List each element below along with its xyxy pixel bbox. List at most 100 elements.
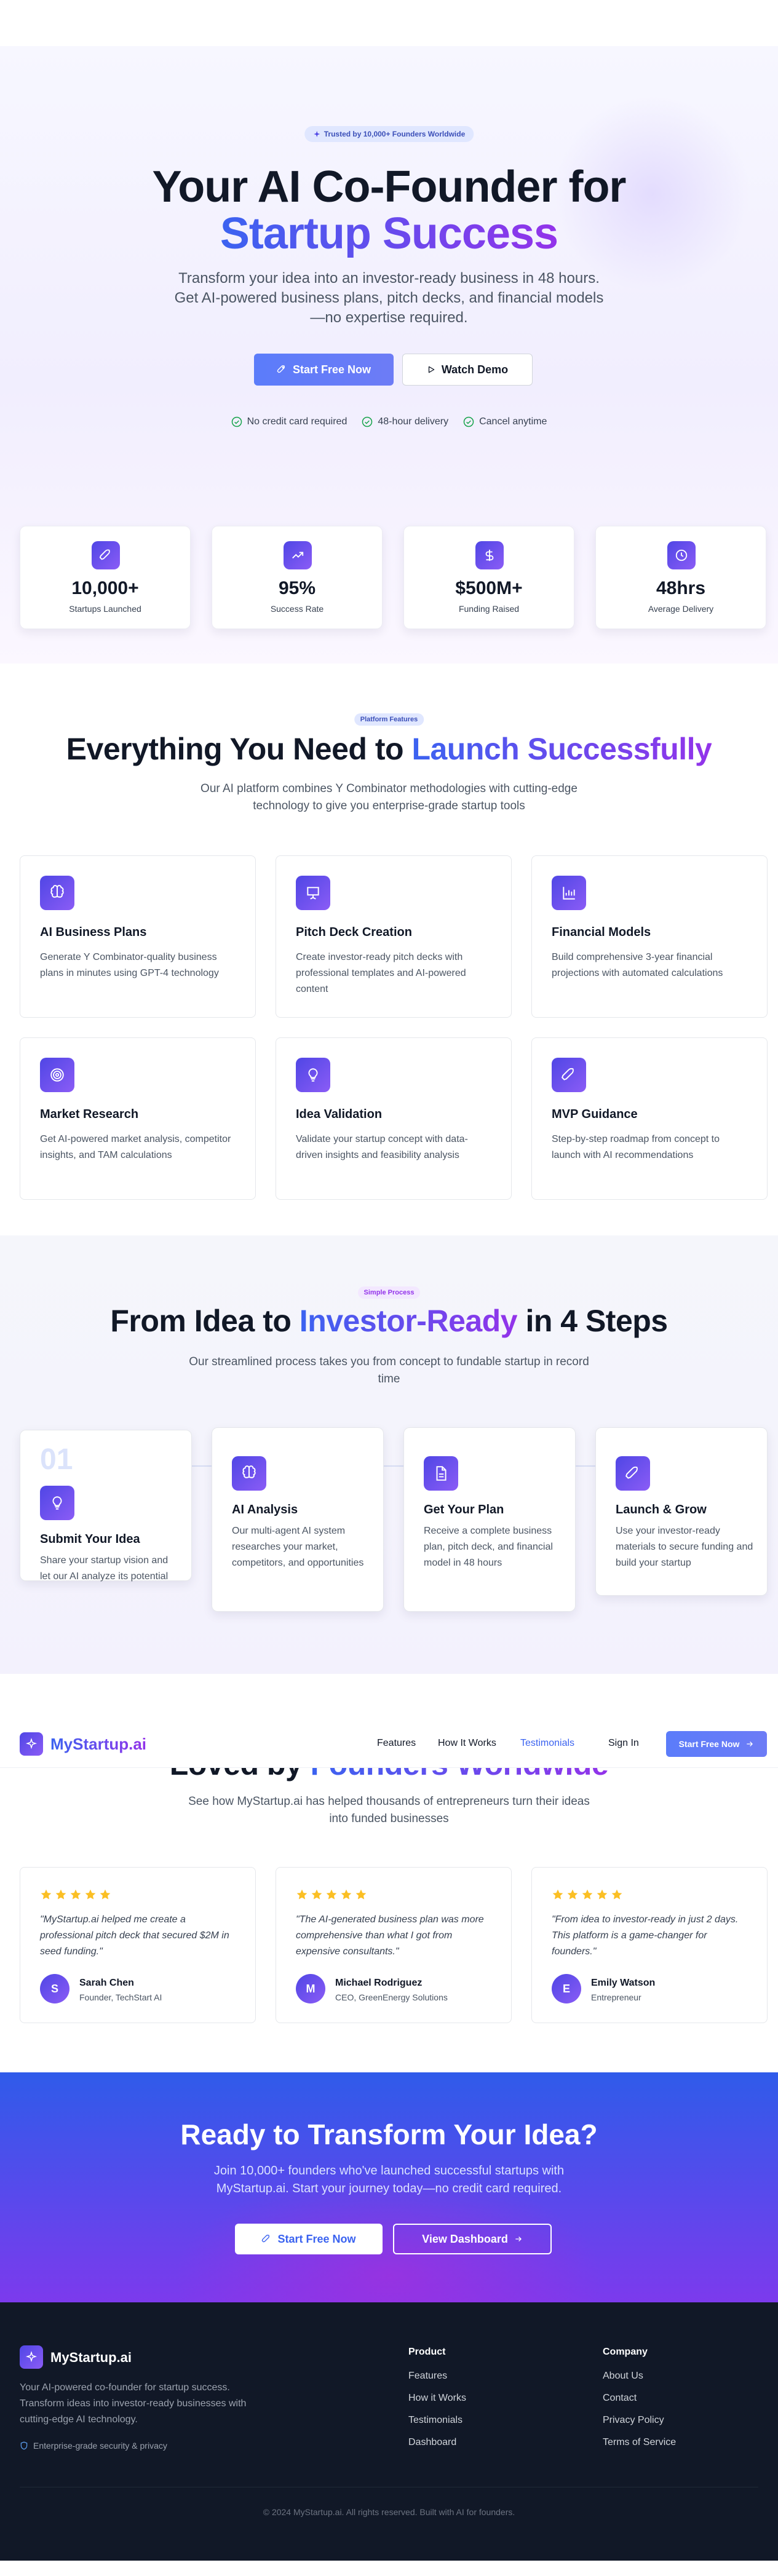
lightbulb-icon: [296, 1058, 330, 1092]
process-lead: Our streamlined process takes you from c…: [156, 1353, 623, 1388]
step-title: Launch & Grow: [616, 1503, 707, 1516]
process-lead-line2: time: [378, 1373, 400, 1385]
process-pill: Simple Process: [357, 1286, 421, 1299]
star-rating: [40, 1888, 111, 1901]
feature-card: AI Business Plans Generate Y Combinator-…: [20, 855, 256, 1018]
star-icon: [326, 1889, 337, 1900]
brand-logo[interactable]: [20, 1732, 43, 1756]
check-circle-icon: [231, 416, 242, 427]
feature-card: MVP Guidance Step-by-step roadmap from c…: [531, 1037, 768, 1200]
nav-start-free-button[interactable]: Start Free Now: [666, 1731, 767, 1757]
nav-link-testimonials[interactable]: Testimonials: [520, 1738, 574, 1749]
dollar-icon: [475, 541, 504, 569]
stat-label: Average Delivery: [648, 604, 714, 614]
footer-link-contact[interactable]: Contact: [603, 2393, 637, 2404]
start-free-label: Start Free Now: [292, 363, 371, 376]
footer-link-testimonials[interactable]: Testimonials: [408, 2415, 462, 2426]
stat-value: 10,000+: [71, 578, 139, 598]
feature-desc: Get AI-powered market analysis, competit…: [40, 1134, 231, 1160]
footer-link-features[interactable]: Features: [408, 2371, 447, 2382]
check-label: No credit card required: [247, 416, 347, 427]
check-label: 48-hour delivery: [378, 416, 449, 427]
star-icon: [311, 1889, 322, 1900]
navbar: MyStartup.ai Features How It Works Testi…: [0, 1719, 778, 1768]
footer-link-privacy[interactable]: Privacy Policy: [603, 2415, 664, 2426]
cta-title: Ready to Transform Your Idea?: [180, 2118, 598, 2150]
features-title-gradient: Launch Successfully: [411, 732, 712, 766]
testimonial-name: Michael Rodriguez: [335, 1978, 423, 1988]
sign-in-link[interactable]: Sign In: [608, 1738, 639, 1749]
testimonial-card: "The AI-generated business plan was more…: [276, 1867, 512, 2023]
bar-chart-icon: [552, 876, 586, 910]
footer-company-heading: Company: [603, 2347, 648, 2357]
star-icon: [611, 1889, 622, 1900]
feature-card: Idea Validation Validate your startup co…: [276, 1037, 512, 1200]
stat-label: Startups Launched: [69, 604, 141, 614]
step-desc: Receive a complete business plan, pitch …: [424, 1526, 553, 1568]
testimonial-role: Entrepreneur: [591, 1992, 641, 2002]
feature-title: Market Research: [40, 1108, 139, 1121]
feature-card: Financial Models Build comprehensive 3-y…: [531, 855, 768, 1018]
watch-demo-button[interactable]: Watch Demo: [402, 354, 533, 386]
cta-start-label: Start Free Now: [277, 2232, 356, 2245]
copyright: © 2024 MyStartup.ai. All rights reserved…: [263, 2507, 515, 2517]
step-card: Launch & Grow Use your investor-ready ma…: [595, 1427, 768, 1596]
star-icon: [567, 1889, 578, 1900]
step-card: AI Analysis Our multi-agent AI system re…: [212, 1427, 384, 1612]
feature-desc: Build comprehensive 3-year financial pro…: [552, 952, 723, 978]
security-text: Enterprise-grade security & privacy: [33, 2441, 167, 2451]
hero-section: Trusted by 10,000+ Founders Worldwide Yo…: [0, 46, 778, 664]
hero-lead-line2: Get AI-powered business plans, pitch dec…: [174, 290, 604, 306]
brain-icon: [232, 1456, 266, 1491]
clock-icon: [667, 541, 696, 569]
features-title-plain: Everything You Need to: [66, 732, 404, 766]
testimonial-name: Emily Watson: [591, 1978, 656, 1988]
stat-label: Success Rate: [270, 604, 324, 614]
view-dashboard-button[interactable]: View Dashboard: [393, 2224, 552, 2254]
process-lead-line1: Our streamlined process takes you from c…: [189, 1355, 589, 1368]
check-circle-icon: [362, 416, 373, 427]
footer-desc-line3: cutting-edge AI technology.: [20, 2414, 138, 2425]
features-section: Platform Features Everything You Need to…: [0, 664, 778, 1235]
footer: MyStartup.ai Your AI-powered co-founder …: [0, 2302, 778, 2561]
star-icon: [100, 1889, 111, 1900]
stat-value: 48hrs: [656, 578, 706, 598]
features-title: Everything You Need to Launch Successful…: [0, 731, 778, 767]
star-icon: [597, 1889, 608, 1900]
footer-link-how-it-works[interactable]: How it Works: [408, 2393, 466, 2404]
hero-title-gradient: Startup Success: [220, 209, 558, 258]
testimonial-card: "From idea to investor-ready in just 2 d…: [531, 1867, 768, 2023]
start-free-button[interactable]: Start Free Now: [254, 354, 394, 386]
check-no-card: No credit card required: [231, 416, 347, 427]
rocket-icon: [92, 541, 120, 569]
footer-link-dashboard[interactable]: Dashboard: [408, 2437, 456, 2448]
footer-brand[interactable]: MyStartup.ai: [50, 2350, 132, 2366]
step-card: 01 Submit Your Idea Share your startup v…: [20, 1430, 192, 1582]
rocket-icon: [262, 2235, 270, 2243]
star-icon: [582, 1889, 593, 1900]
cta-start-free-button[interactable]: Start Free Now: [235, 2224, 383, 2254]
footer-link-about[interactable]: About Us: [603, 2371, 643, 2382]
process-title-gradient: Investor-Ready: [299, 1304, 518, 1338]
nav-cta-label: Start Free Now: [678, 1739, 740, 1749]
footer-link-terms[interactable]: Terms of Service: [603, 2437, 676, 2448]
arrow-right-icon: [747, 1742, 753, 1746]
check-delivery: 48-hour delivery: [362, 416, 448, 427]
nav-link-features[interactable]: Features: [377, 1738, 416, 1749]
trust-badge-text: Trusted by 10,000+ Founders Worldwide: [324, 130, 466, 138]
feature-title: Idea Validation: [296, 1108, 383, 1121]
check-cancel: Cancel anytime: [463, 416, 547, 427]
rocket-icon: [277, 365, 285, 373]
feature-title: MVP Guidance: [552, 1108, 638, 1121]
feature-card: Market Research Get AI-powered market an…: [20, 1037, 256, 1200]
feature-desc: Create investor-ready pitch decks with p…: [296, 952, 466, 994]
sparkle-icon: [313, 131, 320, 137]
nav-link-how-it-works[interactable]: How It Works: [438, 1738, 496, 1749]
rocket-icon: [616, 1456, 650, 1491]
trust-badge: Trusted by 10,000+ Founders Worldwide: [304, 126, 474, 142]
brand-name[interactable]: MyStartup.ai: [50, 1735, 146, 1754]
star-icon: [41, 1889, 52, 1900]
testimonial-quote: "From idea to investor-ready in just 2 d…: [552, 1914, 739, 1957]
process-title: From Idea to Investor-Ready in 4 Steps: [0, 1303, 778, 1339]
hero-title-line1: Your AI Co-Founder for: [152, 162, 627, 212]
